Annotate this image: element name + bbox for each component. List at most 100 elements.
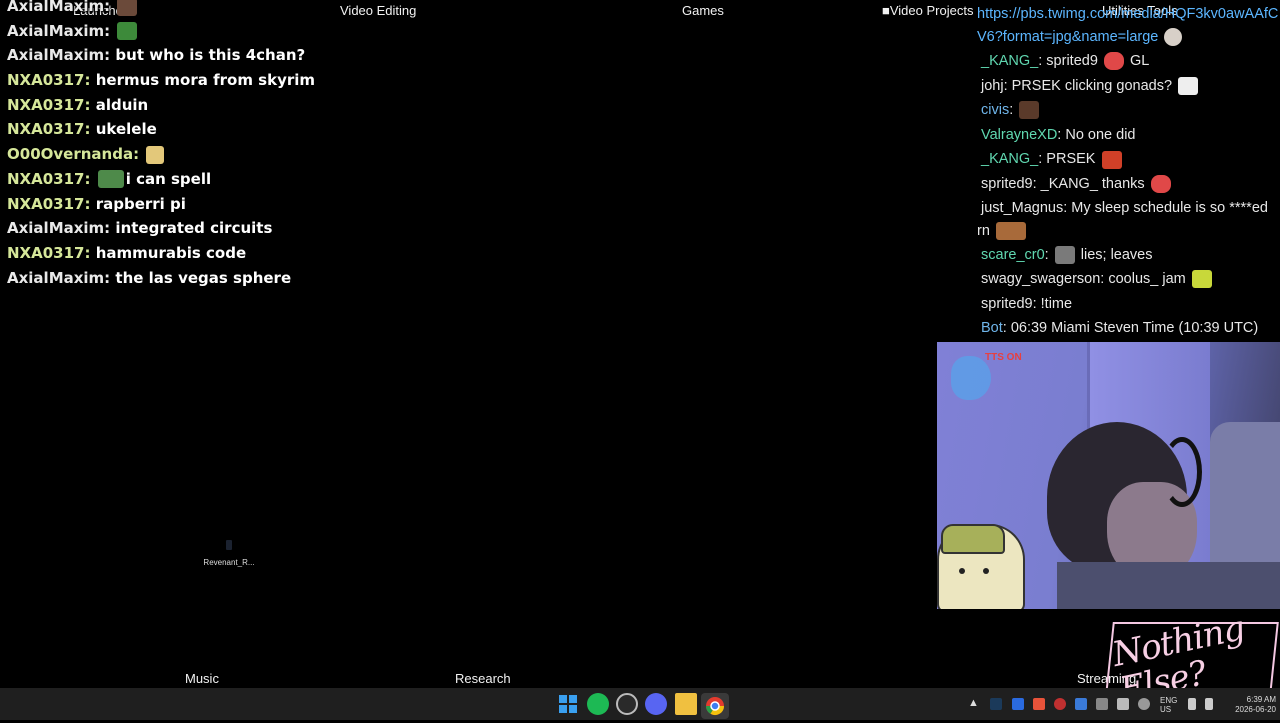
tray-overflow-chevron-icon[interactable]: ▲	[968, 697, 979, 709]
emote-icon	[146, 145, 165, 164]
chat-message: hammurabis code	[95, 243, 247, 262]
clock-date: 2026-06-20	[1235, 705, 1276, 714]
volume-icon[interactable]	[1205, 698, 1213, 710]
chat-username: AxialMaxim:	[7, 46, 111, 65]
chat-line: ValrayneXD: No one did	[981, 126, 1136, 143]
chat-line: civis:	[977, 98, 1280, 123]
fence-label-music[interactable]: Music	[185, 671, 219, 686]
fence-label-video-editing[interactable]: Video Editing	[340, 3, 416, 18]
chat-username: civis	[981, 102, 1010, 119]
chat-username: AxialMaxim:	[7, 0, 111, 15]
chat-line: Bot: 06:39 Miami Steven Time (10:39 UTC)	[981, 320, 1259, 337]
tray-icon[interactable]	[1075, 698, 1087, 710]
chat-line: AxialMaxim:	[7, 0, 337, 19]
chat-username: O00Overnanda:	[7, 145, 140, 164]
chat-message: integrated circuits	[115, 219, 273, 238]
chat-message: but who is this 4chan?	[115, 46, 306, 65]
chat-message: lies; leaves	[1080, 246, 1153, 263]
dog-mascot-eye	[959, 568, 965, 574]
fence-label-video-projects[interactable]: ■Video Projects	[882, 3, 973, 18]
chat-username: AxialMaxim:	[7, 219, 111, 238]
chat-line: just_Magnus: My sleep schedule is so ***…	[977, 199, 1268, 240]
dog-mascot-hat	[941, 524, 1005, 554]
file-icon	[226, 540, 232, 550]
fence-label-research[interactable]: Research	[455, 671, 511, 686]
tray-icon[interactable]	[1138, 698, 1150, 710]
chat-line: NXA0317: ukelele	[7, 117, 337, 142]
brave-tray-icon[interactable]	[1033, 698, 1045, 710]
tray-icon[interactable]	[1012, 698, 1024, 710]
obs-taskbar-button[interactable]	[616, 693, 638, 715]
chat-line: NXA0317: hermus mora from skyrim	[7, 68, 337, 93]
desktop-icon-revenant[interactable]: Revenant_R...	[203, 540, 255, 567]
start-button[interactable]	[557, 693, 579, 715]
chat-message: the las vegas sphere	[115, 268, 292, 287]
chat-link[interactable]: https://pbs.twimg.com/media/HQF3kv0awAAf…	[977, 3, 1280, 49]
headset-icon	[1162, 437, 1202, 507]
chat-message: PRSEK	[1046, 151, 1096, 168]
chat-username: NXA0317:	[7, 120, 91, 139]
folder-icon: ■	[882, 3, 890, 18]
chat-line: O00Overnanda:	[7, 142, 337, 167]
emote-icon	[1164, 28, 1183, 47]
chat-message: PRSEK clicking gonads?	[1011, 77, 1173, 94]
chat-line: AxialMaxim:	[7, 19, 337, 44]
tray-icon[interactable]	[1054, 698, 1066, 710]
windows-icon	[559, 695, 577, 713]
chat-line: sprited9: !time	[981, 295, 1073, 312]
clock[interactable]: 6:39 AM 2026-06-20	[1230, 695, 1276, 715]
emote-icon	[1101, 150, 1122, 169]
emote-icon	[995, 221, 1026, 240]
chrome-taskbar-button[interactable]	[701, 693, 729, 719]
chat-line: NXA0317: rapberri pi	[7, 192, 337, 217]
webcam-feed: TTS ON	[937, 342, 1280, 609]
emote-icon	[117, 0, 138, 16]
chat-username: AxialMaxim:	[7, 268, 111, 287]
pen-tray-icon[interactable]	[1117, 698, 1129, 710]
steam-tray-icon[interactable]	[990, 698, 1002, 710]
chat-username: _KANG_	[981, 53, 1039, 69]
emote-icon	[1191, 270, 1212, 289]
wifi-icon[interactable]	[1188, 698, 1196, 710]
chat-line: swagy_swagerson: coolus_ jam	[977, 267, 1280, 292]
tts-on-label: TTS ON	[985, 352, 1022, 363]
emote-icon	[1103, 52, 1124, 71]
chat-message: alduin	[95, 95, 149, 114]
emote-icon	[117, 22, 138, 41]
chat-line: NXA0317: i can spell	[7, 167, 337, 192]
chat-line: johj: PRSEK clicking gonads?	[977, 74, 1280, 99]
file-explorer-taskbar-button[interactable]	[675, 693, 697, 715]
taskbar: ▲ ENG US 6:39 AM 2026-06-20	[0, 688, 1280, 720]
webcam-streamer-shirt	[1057, 562, 1280, 609]
tray-icon[interactable]	[1096, 698, 1108, 710]
desktop-icon-label: Revenant_R...	[203, 558, 255, 567]
chat-line: AxialMaxim: the las vegas sphere	[7, 266, 337, 291]
chat-username: Bot	[981, 320, 1003, 337]
emote-icon	[1019, 101, 1040, 120]
language-top: ENG	[1160, 696, 1178, 705]
chat-message: 06:39 Miami Steven Time (10:39 UTC)	[1010, 320, 1259, 337]
chat-message: rapberri pi	[95, 194, 186, 213]
fence-label-games[interactable]: Games	[682, 3, 724, 18]
chat-username: ValrayneXD	[981, 126, 1058, 143]
discord-taskbar-button[interactable]	[645, 693, 667, 715]
chat-message: i can spell	[125, 169, 212, 188]
language-bottom: US	[1160, 705, 1172, 714]
chat-username: NXA0317:	[7, 194, 91, 213]
language-indicator[interactable]: ENG US	[1160, 696, 1177, 714]
spotify-taskbar-button[interactable]	[587, 693, 609, 715]
chrome-icon	[706, 697, 724, 716]
chat-username: NXA0317:	[7, 95, 91, 114]
chat-line: AxialMaxim: integrated circuits	[7, 216, 337, 241]
chat-line: _KANG_: sprited9 GL	[981, 52, 1150, 71]
chat-username: NXA0317:	[7, 71, 91, 90]
emote-icon	[1054, 245, 1075, 264]
pepe-emote-icon	[97, 170, 124, 189]
chat-username: NXA0317:	[7, 169, 91, 188]
chat-username: NXA0317:	[7, 243, 91, 262]
chat-message: hermus mora from skyrim	[95, 71, 316, 90]
chat-line: sprited9: _KANG_ thanks	[977, 172, 1280, 197]
chat-line: NXA0317: hammurabis code	[7, 241, 337, 266]
chat-line: NXA0317: alduin	[7, 93, 337, 118]
chat-username: swagy_swagerson	[981, 271, 1101, 288]
